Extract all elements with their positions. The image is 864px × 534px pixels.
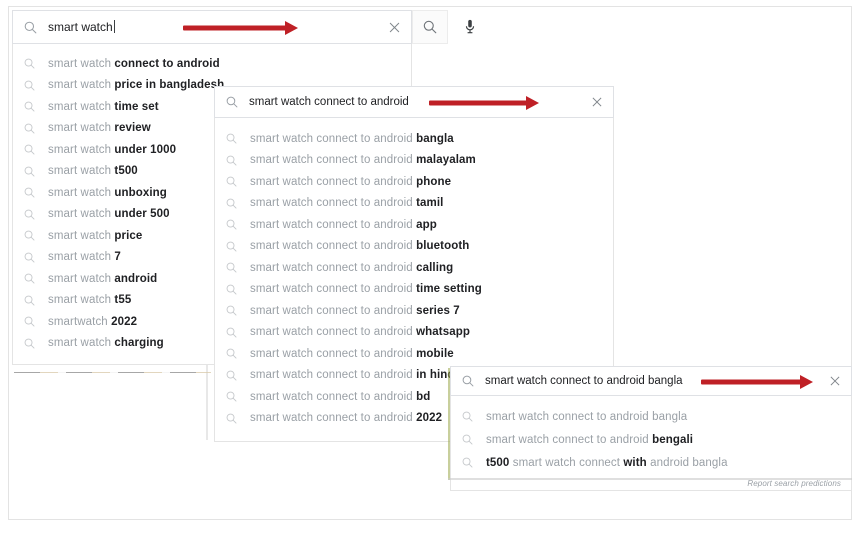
search-icon: [462, 375, 474, 387]
search-submit-button[interactable]: [412, 10, 448, 44]
suggestion-row[interactable]: smart watch connect to android calling: [215, 257, 613, 279]
suggestion-text: smart watch connect to android bangla: [250, 132, 454, 145]
suggestion-text: smart watch t55: [48, 294, 132, 307]
tertiary-search-input-value[interactable]: smart watch connect to android bangla: [485, 375, 821, 387]
search-icon: [462, 434, 473, 445]
voice-search-button[interactable]: [452, 10, 488, 44]
suggestion-text: smart watch connect to android tamil: [250, 197, 444, 210]
suggestion-row[interactable]: smart watch connect to android phone: [215, 171, 613, 193]
suggestion-text: smart watch under 1000: [48, 143, 177, 156]
clear-search-icon[interactable]: [388, 21, 401, 34]
search-icon: [24, 230, 35, 241]
search-icon: [24, 295, 35, 306]
tertiary-search-box[interactable]: smart watch connect to android bangla: [450, 366, 852, 396]
search-icon: [226, 284, 237, 295]
suggestion-text: smart watch connect to android phone: [250, 175, 452, 188]
suggestion-text: smart watch connect to android in hindi: [250, 369, 458, 382]
search-icon: [226, 327, 237, 338]
suggestion-text: smart watch connect to android malayalam: [250, 154, 476, 167]
search-icon: [462, 411, 473, 422]
suggestion-text: smartwatch 2022: [48, 315, 138, 328]
search-icon: [24, 252, 35, 263]
suggestion-text: smart watch connect to android bengali: [486, 433, 694, 446]
suggestion-text: smart watch unboxing: [48, 186, 167, 199]
search-icon: [24, 209, 35, 220]
search-icon: [226, 96, 238, 108]
search-icon: [24, 80, 35, 91]
suggestion-row[interactable]: smart watch connect to android whatsapp: [215, 322, 613, 344]
suggestion-text: smart watch connect to android 2022: [250, 412, 443, 425]
suggestion-row[interactable]: smart watch connect to android bengali: [451, 428, 851, 451]
search-icon: [226, 241, 237, 252]
search-icon: [24, 316, 35, 327]
search-icon: [423, 20, 437, 34]
search-icon: [226, 219, 237, 230]
suggestion-text: smart watch t500: [48, 165, 138, 178]
search-icon: [24, 166, 35, 177]
primary-search-box[interactable]: smart watch: [12, 10, 412, 44]
text-caret: [113, 20, 115, 33]
tertiary-search-panel: smart watch connect to android bangla sm…: [450, 366, 852, 491]
search-icon: [226, 305, 237, 316]
tertiary-suggestion-list: smart watch connect to android bangla sm…: [450, 396, 852, 491]
search-icon: [24, 123, 35, 134]
secondary-search-box[interactable]: smart watch connect to android: [214, 86, 614, 118]
search-icon: [226, 262, 237, 273]
search-icon: [226, 370, 237, 381]
suggestion-text: smart watch connect to android calling: [250, 261, 454, 274]
microphone-icon: [465, 19, 475, 34]
suggestion-row[interactable]: smart watch connect to android bangla: [451, 405, 851, 428]
suggestion-text: smart watch price in bangladesh: [48, 79, 225, 92]
search-icon: [226, 348, 237, 359]
suggestion-text: smart watch connect to android bluetooth: [250, 240, 470, 253]
suggestion-row[interactable]: smart watch connect to android series 7: [215, 300, 613, 322]
search-icon: [24, 21, 37, 33]
suggestion-text: smart watch connect to android bangla: [486, 410, 688, 423]
search-icon: [226, 391, 237, 402]
search-icon: [24, 273, 35, 284]
suggestion-row[interactable]: smart watch connect to android bangla: [215, 128, 613, 150]
suggestion-text: smart watch connect to android whatsapp: [250, 326, 470, 339]
suggestion-text: smart watch connect to android app: [250, 218, 437, 231]
suggestion-text: smart watch review: [48, 122, 151, 135]
secondary-search-input-value[interactable]: smart watch connect to android: [249, 96, 583, 108]
suggestion-text: smart watch connect to android series 7: [250, 304, 460, 317]
search-icon: [24, 144, 35, 155]
suggestion-row[interactable]: smart watch connect to android app: [215, 214, 613, 236]
suggestion-text: smart watch connect to android bd: [250, 390, 431, 403]
suggestion-text: smart watch under 500: [48, 208, 170, 221]
search-icon: [226, 155, 237, 166]
suggestion-text: smart watch charging: [48, 337, 164, 350]
suggestion-row[interactable]: smart watch connect to android mobile: [215, 343, 613, 365]
primary-search-input-value[interactable]: smart watch: [48, 20, 380, 34]
suggestion-row[interactable]: smart watch connect to android: [13, 53, 411, 75]
search-icon: [462, 457, 473, 468]
clear-search-icon[interactable]: [829, 375, 841, 387]
suggestion-text: smart watch time set: [48, 100, 159, 113]
search-icon: [24, 58, 35, 69]
suggestion-row[interactable]: smart watch connect to android bluetooth: [215, 236, 613, 258]
suggestion-row[interactable]: t500 smart watch connect with android ba…: [451, 451, 851, 474]
suggestion-text: smart watch connect to android mobile: [250, 347, 454, 360]
report-search-predictions-link[interactable]: Report search predictions: [451, 474, 851, 488]
suggestion-text: smart watch price: [48, 229, 143, 242]
suggestion-text: smart watch 7: [48, 251, 121, 264]
search-icon: [24, 101, 35, 112]
suggestion-text: smart watch connect to android: [48, 57, 220, 70]
clear-search-icon[interactable]: [591, 96, 603, 108]
search-icon: [226, 413, 237, 424]
search-icon: [24, 187, 35, 198]
screenshot-root: smart watch smart watch connect to andro…: [0, 0, 864, 534]
search-icon: [226, 176, 237, 187]
suggestion-row[interactable]: smart watch connect to android tamil: [215, 193, 613, 215]
suggestion-row[interactable]: smart watch connect to android malayalam: [215, 150, 613, 172]
suggestion-text: t500 smart watch connect with android ba…: [486, 456, 728, 469]
suggestion-row[interactable]: smart watch connect to android time sett…: [215, 279, 613, 301]
suggestion-text: smart watch connect to android time sett…: [250, 283, 482, 296]
search-icon: [226, 133, 237, 144]
search-icon: [226, 198, 237, 209]
search-icon: [24, 338, 35, 349]
suggestion-text: smart watch android: [48, 272, 158, 285]
